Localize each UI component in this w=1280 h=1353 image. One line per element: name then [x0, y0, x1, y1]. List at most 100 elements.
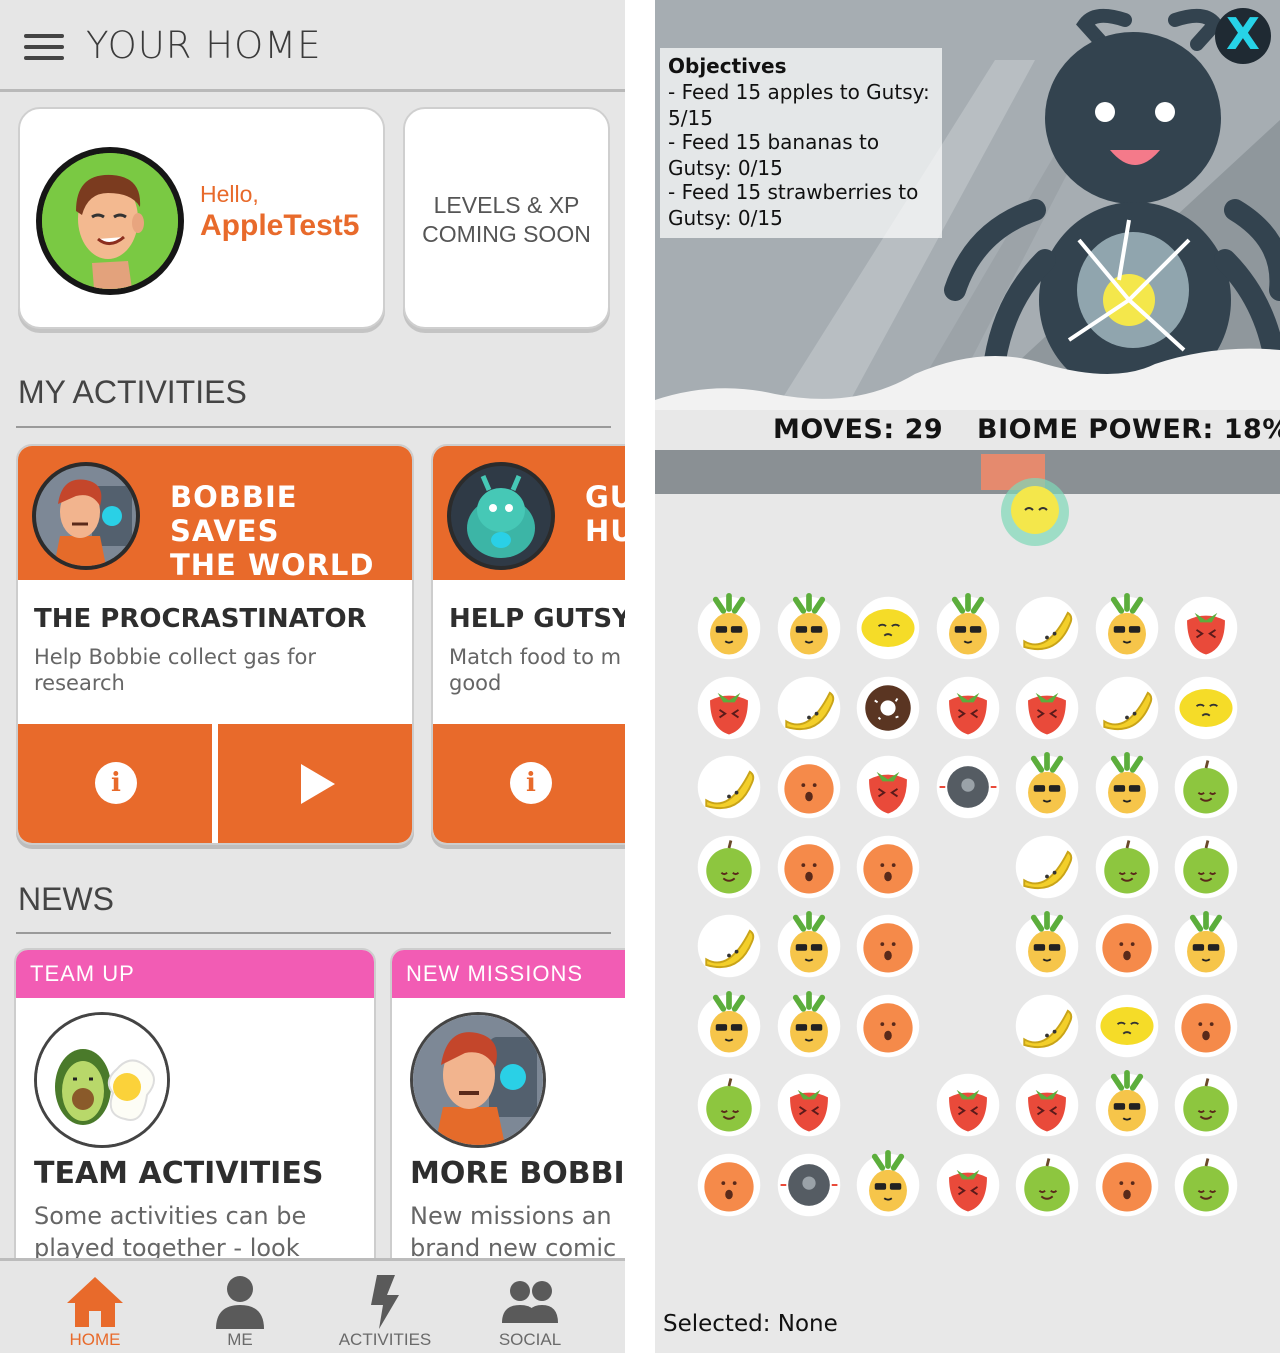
tile-strawberry[interactable] [932, 1069, 1004, 1141]
avatar [36, 147, 184, 295]
tile-apple[interactable] [1170, 831, 1242, 903]
objective-line: - Feed 15 strawberries to [668, 180, 919, 204]
tile-donut[interactable] [852, 672, 924, 744]
activity-info-button[interactable]: i [18, 724, 212, 843]
selected-status: Selected: None [663, 1311, 838, 1337]
tile-orange[interactable] [1091, 910, 1163, 982]
tile-strawberry[interactable] [932, 672, 1004, 744]
activity-header: GU HU [433, 446, 625, 580]
objective-line: - Feed 15 bananas to [668, 130, 880, 154]
tile-banana[interactable] [693, 910, 765, 982]
news-portrait [34, 1012, 170, 1148]
tile-robot[interactable] [773, 1149, 845, 1221]
info-icon: i [95, 762, 137, 804]
tile-pineapple[interactable] [773, 910, 845, 982]
nav-item-home[interactable]: HOME [22, 1261, 168, 1353]
tile-strawberry[interactable] [773, 1069, 845, 1141]
nav-item-activities[interactable]: ACTIVITIES [312, 1261, 458, 1353]
username-text: AppleTest5 [200, 209, 360, 242]
news-desc-line-1: New missions an [410, 1202, 612, 1230]
tile-orange[interactable] [773, 751, 845, 823]
tile-strawberry[interactable] [852, 751, 924, 823]
tile-banana[interactable] [1011, 990, 1083, 1062]
profile-card[interactable]: Hello, AppleTest5 [18, 107, 385, 329]
news-description: New missions an brand new comic [410, 1200, 625, 1264]
tile-pineapple[interactable] [1091, 592, 1163, 664]
tile-apple[interactable] [1091, 831, 1163, 903]
tile-orange[interactable] [693, 1149, 765, 1221]
tile-orange[interactable] [852, 831, 924, 903]
levels-line-1: LEVELS & XP [433, 192, 580, 218]
tile-banana[interactable] [1091, 672, 1163, 744]
page-title: YOUR HOME [86, 24, 322, 67]
tile-orange[interactable] [852, 910, 924, 982]
tile-strawberry[interactable] [1011, 672, 1083, 744]
house-icon [67, 1277, 123, 1327]
activity-play-button[interactable] [218, 724, 412, 843]
person-icon [216, 1276, 264, 1329]
news-desc-line-1: Some activities can be [34, 1202, 307, 1230]
objectives-heading: Objectives [668, 54, 787, 78]
levels-line-2: COMING SOON [422, 221, 591, 247]
objective-line: Gutsy: 0/15 [668, 206, 783, 230]
activity-desc-line-1: Match food to m [449, 645, 622, 669]
tile-banana[interactable] [773, 672, 845, 744]
game-board[interactable] [693, 592, 1253, 1232]
tile-pineapple[interactable] [1091, 751, 1163, 823]
activity-desc-line-2: good [449, 671, 502, 695]
activity-card-help-gutsy[interactable]: GU HU HELP GUTSY Match food to m good i [431, 444, 625, 845]
tile-pineapple[interactable] [693, 990, 765, 1062]
tile-orange[interactable] [1170, 990, 1242, 1062]
tile-banana[interactable] [693, 751, 765, 823]
nav-item-me[interactable]: ME [167, 1261, 313, 1353]
news-card-new-missions[interactable]: NEW MISSIONS MORE BOBBI New missions an … [390, 948, 625, 1278]
tile-lemon[interactable] [1170, 672, 1242, 744]
activity-portrait [32, 462, 140, 570]
news-card-team-up[interactable]: TEAM UP TEAM ACTIVITIES Some activities … [14, 948, 376, 1278]
tile-orange[interactable] [852, 990, 924, 1062]
activity-card-procrastinator[interactable]: BOBBIE SAVES THE WORLD THE PROCRASTINATO… [16, 444, 414, 845]
objective-line: 5/15 [668, 106, 713, 130]
top-bar: YOUR HOME [0, 0, 625, 92]
tile-pineapple[interactable] [1170, 910, 1242, 982]
news-tag: NEW MISSIONS [392, 950, 625, 998]
bobbie-portrait-icon [36, 466, 136, 566]
tile-apple[interactable] [1170, 1069, 1242, 1141]
biome-power-readout: BIOME POWER: 18% [977, 414, 1280, 445]
tile-orange[interactable] [773, 831, 845, 903]
tile-apple[interactable] [1170, 1149, 1242, 1221]
activity-info-button[interactable]: i [433, 724, 625, 843]
tile-pineapple[interactable] [852, 1149, 924, 1221]
tile-strawberry[interactable] [932, 1149, 1004, 1221]
news-tag: TEAM UP [16, 950, 374, 998]
close-button[interactable]: X [1215, 8, 1271, 64]
tile-strawberry[interactable] [1011, 1069, 1083, 1141]
tile-lemon[interactable] [1091, 990, 1163, 1062]
tile-apple[interactable] [1011, 1149, 1083, 1221]
moves-counter: MOVES: 29 [773, 414, 944, 445]
tile-robot[interactable] [932, 751, 1004, 823]
tile-pineapple[interactable] [1011, 910, 1083, 982]
activity-desc-line-2: research [34, 671, 125, 695]
tile-banana[interactable] [1011, 831, 1083, 903]
home-screen: YOUR HOME Hello, AppleTest5 LEVELS & XP … [0, 0, 625, 1353]
menu-icon[interactable] [24, 34, 64, 60]
tile-pineapple[interactable] [1091, 1069, 1163, 1141]
tile-apple[interactable] [693, 831, 765, 903]
tile-strawberry[interactable] [693, 672, 765, 744]
activity-description: Help Bobbie collect gas for research [34, 644, 394, 696]
tile-banana[interactable] [1011, 592, 1083, 664]
tile-strawberry[interactable] [1170, 592, 1242, 664]
tile-pineapple[interactable] [773, 592, 845, 664]
tile-apple[interactable] [693, 1069, 765, 1141]
tile-lemon[interactable] [852, 592, 924, 664]
tile-pineapple[interactable] [932, 592, 1004, 664]
tile-orange[interactable] [1091, 1149, 1163, 1221]
tile-pineapple[interactable] [693, 592, 765, 664]
tile-pineapple[interactable] [1011, 751, 1083, 823]
my-activities-heading: MY ACTIVITIES [18, 374, 247, 410]
tile-pineapple[interactable] [773, 990, 845, 1062]
tile-apple[interactable] [1170, 751, 1242, 823]
nav-label: SOCIAL [498, 1330, 562, 1349]
nav-item-social[interactable]: SOCIAL [457, 1261, 603, 1353]
